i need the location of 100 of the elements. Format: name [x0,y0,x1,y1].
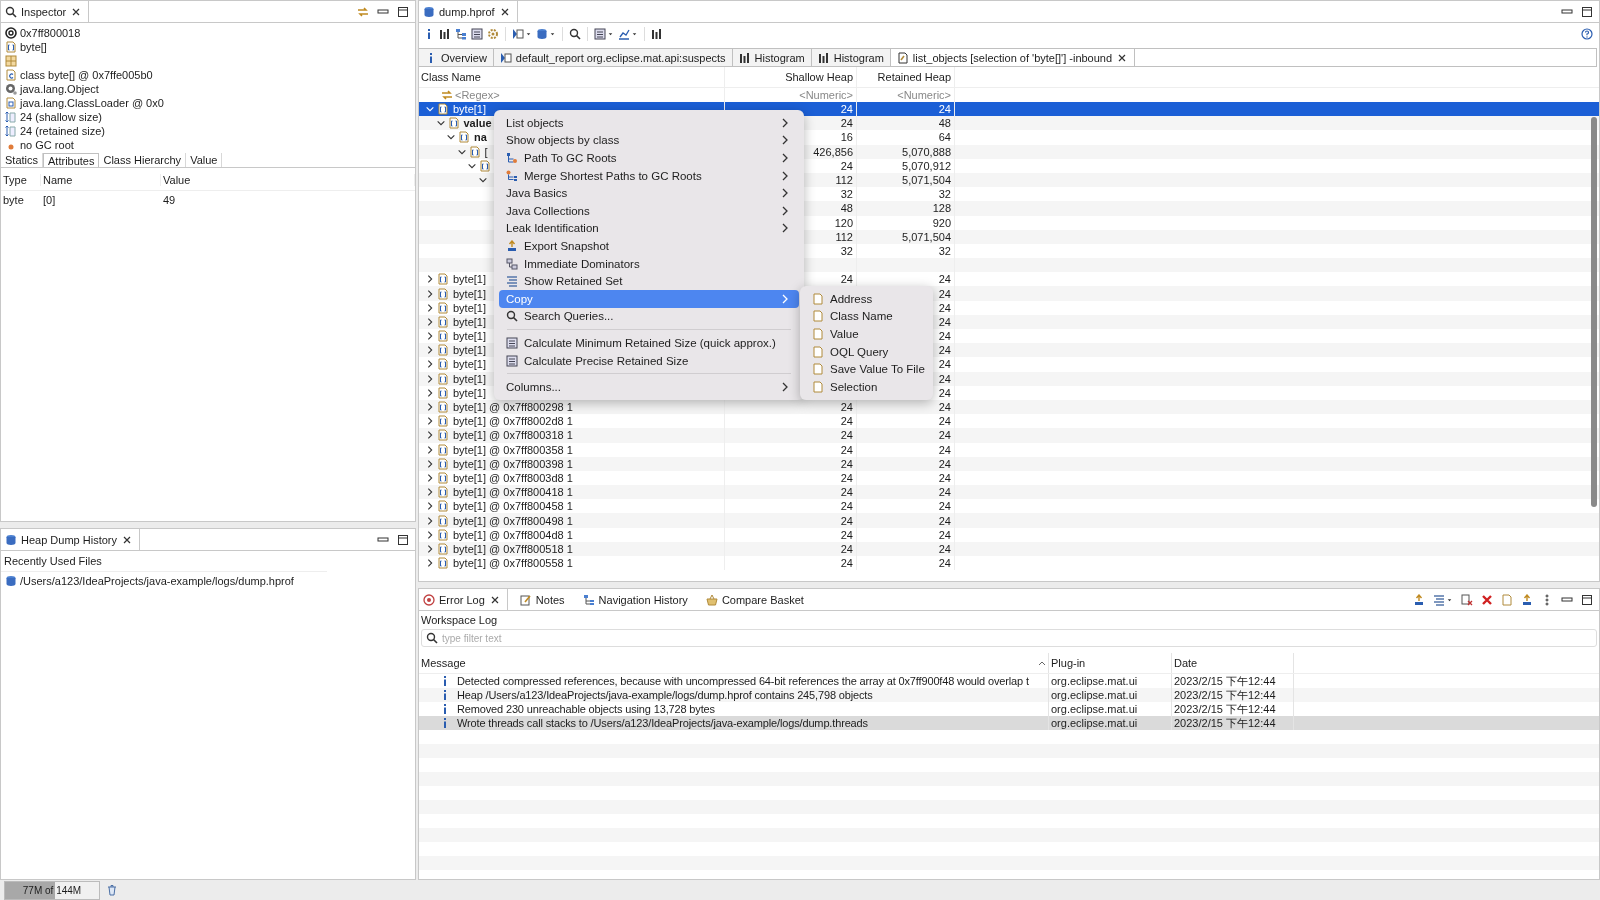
calculator-icon[interactable] [594,28,606,40]
inspector-text: byte[] [20,41,47,53]
maximize-icon[interactable] [397,5,409,18]
array-icon [5,41,17,53]
menu-item[interactable]: Copy [499,289,799,308]
menu-item[interactable]: Immediate Dominators [499,254,799,273]
trash-icon[interactable] [106,884,118,896]
filter-field[interactable]: <Numeric> [799,89,853,101]
table-cell: 426,856 [813,145,853,158]
scrollbar[interactable] [1591,117,1597,507]
column-header[interactable]: Message [421,657,466,669]
column-header[interactable]: Date [1174,657,1198,669]
table-cell: 24 [938,358,951,371]
menu-item[interactable]: Java Collections [499,201,799,220]
menu-item[interactable]: List objects [499,114,799,132]
filter-field[interactable]: <Numeric> [897,89,951,101]
search-icon[interactable] [569,28,581,40]
table-cell: 112 [835,174,853,187]
menu-item[interactable]: Selection [805,377,928,396]
report-icon[interactable] [512,28,524,40]
arrows-icon[interactable] [357,5,369,18]
row-name: byte[1] [453,372,487,385]
chevron-right-icon[interactable] [425,315,435,328]
menu-item[interactable]: Value [805,325,928,343]
table-cell: 24 [840,486,853,499]
table-cell: 64 [938,131,951,144]
menu-item[interactable]: Class Name [805,307,928,326]
database-icon [5,575,17,587]
table-cell: 24 [840,557,853,570]
calculator-icon[interactable] [471,28,483,40]
chevron-right-icon[interactable] [425,443,435,456]
row-name: byte[1] [453,103,487,116]
menu-item[interactable]: Save Value To File [805,360,928,378]
inspector-text: java.lang.ClassLoader @ 0x0 [20,97,164,109]
row-name: byte[1] [453,287,487,300]
tab[interactable]: Attributes [43,153,100,167]
table-cell: 24 [938,301,951,314]
classloader-icon [5,97,17,109]
memory-bar[interactable]: 77M of 144M [4,880,100,900]
maximize-icon[interactable] [1581,5,1593,18]
tab[interactable]: Class Hierarchy [99,153,187,167]
table-cell-text: byte [2,193,25,206]
maximize-icon[interactable] [397,533,409,546]
menu-item[interactable]: OQL Query [805,342,928,361]
filter-field[interactable]: <Regex> [455,89,500,101]
clear-icon[interactable] [1461,593,1473,606]
menu-item[interactable]: Merge Shortest Paths to GC Roots [499,166,799,185]
inspector-text: 24 (retained size) [20,125,105,137]
editor-tab[interactable]: default_report org.eclipse.mat.api:suspects [493,49,733,66]
menu-item[interactable]: Calculate Minimum Retained Size (quick approx.) [499,334,799,352]
menu-item[interactable]: Search Queries... [499,307,799,326]
document-icon [812,363,824,376]
filter-field[interactable]: type filter text [421,629,1597,647]
editor-tab[interactable]: Histogram [732,49,812,66]
chevron-right-icon[interactable] [425,386,435,399]
menu-item[interactable]: Calculate Precise Retained Size [499,351,799,370]
line-chart-icon[interactable] [618,28,630,40]
menu-item[interactable]: Java Basics [499,184,799,202]
menu-item[interactable]: Show objects by class [499,131,799,150]
column-header: Type [1,174,41,186]
export-icon [506,239,518,252]
menu-item[interactable]: Columns... [499,378,799,396]
column-header[interactable]: Plug-in [1051,657,1086,669]
chevron-right-icon[interactable] [425,287,435,300]
menu-item[interactable]: Leak Identification [499,219,799,238]
log-message: Detected compressed references, because with uncompressed 64-bit references the array at 0x7ff900f48 would overlap t [457,675,1029,687]
chevron-right-icon[interactable] [425,471,435,484]
chevron-right-icon[interactable] [425,372,435,385]
document-icon [812,345,824,358]
chevron-right-icon[interactable] [425,514,435,527]
editor-tab[interactable]: Overview [419,49,494,66]
table-cell: 24 [938,557,951,570]
path-icon [506,152,518,164]
menu-item[interactable]: Export Snapshot [499,237,799,255]
menu-item[interactable]: Show Retained Set [499,272,799,290]
tab[interactable]: Value [186,153,223,167]
export-icon[interactable] [1413,593,1425,606]
chevron-right-icon[interactable] [425,301,435,314]
menu-item[interactable]: Path To GC Roots [499,149,799,167]
bar-chart-icon[interactable] [651,28,663,40]
export-icon[interactable] [1521,593,1533,606]
help-icon[interactable] [1581,28,1593,40]
delete-icon[interactable] [1481,593,1493,606]
table-cell: 48 [938,117,951,130]
column-header[interactable]: Retained Heap [857,67,955,87]
gear-icon[interactable] [487,28,499,40]
file-item[interactable]: /Users/a123/IdeaProjects/java-example/logs/dump.hprof [1,572,415,590]
list-icon[interactable] [1433,593,1445,606]
column-header[interactable]: Shallow Heap [725,67,857,87]
menu-item[interactable]: Address [805,290,928,308]
tree-icon[interactable] [455,28,467,40]
chevron-right-icon[interactable] [425,542,435,555]
maximize-icon[interactable] [1581,593,1593,606]
editor-tab[interactable]: Histogram [811,49,891,66]
row-name: byte[1] @ 0x7ff800558 1 [453,557,573,570]
column-header[interactable]: Class Name [419,67,725,87]
database-icon[interactable] [536,28,548,40]
bar-chart-icon[interactable] [439,28,451,40]
chevron-right-icon[interactable] [425,528,435,541]
chevron-right-icon[interactable] [425,457,435,470]
